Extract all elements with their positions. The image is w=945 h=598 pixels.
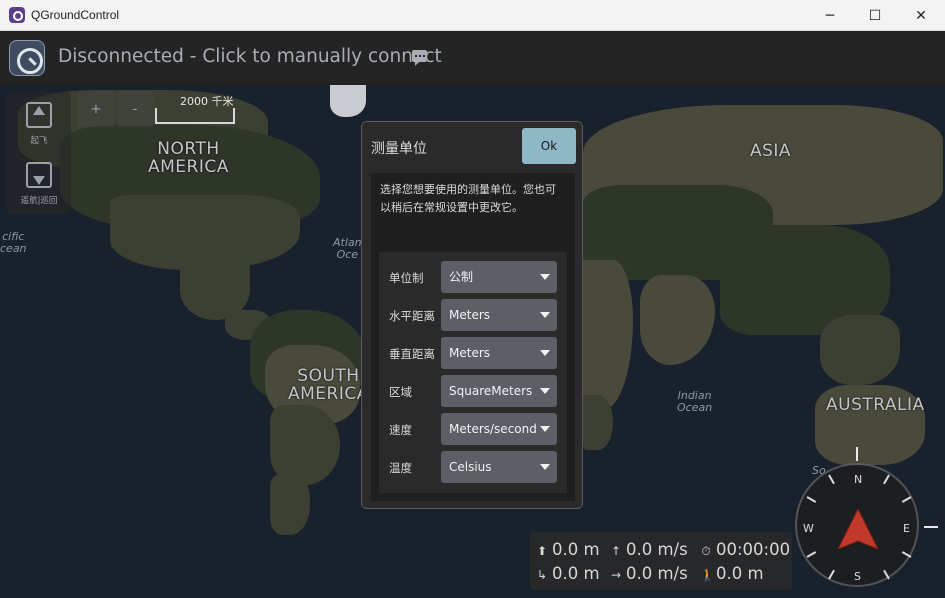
units-dialog: 测量单位 Ok 选择您想要使用的测量单位。您也可以稍后在常规设置中更改它。 单位… [361,121,583,509]
ground-speed-readout: → 0.0 m/s [610,564,688,583]
window-title: QGroundControl [31,8,120,22]
minimize-button[interactable]: ─ [807,0,853,31]
zoom-in-button[interactable]: + [78,91,114,127]
plan-icon [26,162,52,188]
altitude-arrow-icon: ⬆ [536,544,548,558]
timer-icon: ⏱ [701,544,711,558]
chevron-down-icon [540,350,550,356]
label-atlantic-ocean: Atlan Oce [333,236,362,261]
vertical-distance-select[interactable]: Meters [441,337,557,369]
dialog-title: 测量单位 [371,141,427,157]
vertical-speed-readout: ↑ 0.0 m/s [610,540,688,559]
field-row-area: 区域 SquareMeters [379,375,567,407]
plan-label: 遥航|巡回 [20,196,58,206]
flight-time-readout: ⏱ 00:00:00 [701,540,791,559]
takeoff-tool[interactable]: 起飞 [7,92,71,150]
system-select[interactable]: 公制 [441,261,557,293]
connection-status[interactable]: Disconnected - Click to manually connect [58,46,442,67]
compass-widget: N E S W [795,463,919,587]
chevron-down-icon [540,464,550,470]
chevron-down-icon [540,274,550,280]
label-pacific-ocean: cific cean [0,230,27,255]
field-label: 速度 [389,423,412,437]
window-titlebar: QGroundControl ─ ☐ ✕ [0,0,945,31]
field-label: 区域 [389,385,412,399]
app-logo-icon [9,7,25,23]
field-label: 垂直距离 [389,347,435,361]
vehicle-heading-icon [838,509,878,549]
qgc-menu-icon[interactable] [9,40,45,76]
ground-speed-icon: → [610,568,622,582]
area-select[interactable]: SquareMeters [441,375,557,407]
heading-marker [856,447,858,461]
chevron-down-icon [540,388,550,394]
units-fields: 单位制 公制 水平距离 Meters 垂直距离 Meters 区域 Square… [379,252,567,493]
horizontal-distance-select[interactable]: Meters [441,299,557,331]
speed-select[interactable]: Meters/second [441,413,557,445]
label-asia: ASIA [750,141,792,161]
field-row-horizontal: 水平距离 Meters [379,299,567,331]
label-north-america: NORTH AMERICA [148,139,229,177]
map-scale-bar [155,108,235,124]
field-row-system: 单位制 公制 [379,261,567,293]
telemetry-panel: ⬆ 0.0 m ↑ 0.0 m/s ⏱ 00:00:00 ↳ 0.0 m → 0.0 m/… [530,532,792,590]
compass-west: W [803,522,814,535]
field-row-temperature: 温度 Celsius [379,451,567,483]
main-toolbar: Disconnected - Click to manually connect [0,31,945,85]
compass-east: E [903,522,910,535]
heading-marker-east [924,526,938,528]
altitude-readout: ⬆ 0.0 m [536,540,600,559]
compass-south: S [854,570,861,583]
zoom-out-button[interactable]: - [117,91,153,127]
chevron-down-icon [540,426,550,432]
home-distance-readout: ↳ 0.0 m [536,564,600,583]
field-label: 温度 [389,461,412,475]
walker-icon: 🚶 [700,568,715,582]
maximize-button[interactable]: ☐ [852,0,898,31]
takeoff-icon [26,102,52,128]
chevron-down-icon [540,312,550,318]
field-label: 单位制 [389,271,424,285]
messages-icon[interactable] [412,50,427,66]
field-row-vertical: 垂直距离 Meters [379,337,567,369]
plan-toolstrip: 起飞 遥航|巡回 [7,92,71,214]
vertical-speed-icon: ↑ [610,544,622,558]
field-label: 水平距离 [389,309,435,323]
takeoff-label: 起飞 [30,136,48,146]
map-scale-label: 2000 千米 [180,95,234,108]
home-return-icon: ↳ [536,568,548,582]
label-australia: AUSTRALIA [826,395,925,415]
distance-readout: 🚶0.0 m [700,564,764,583]
dialog-body: 选择您想要使用的测量单位。您也可以稍后在常规设置中更改它。 单位制 公制 水平距… [371,173,575,501]
label-indian-ocean: Indian Ocean [677,389,713,414]
temperature-select[interactable]: Celsius [441,451,557,483]
close-button[interactable]: ✕ [898,0,944,31]
plan-tool[interactable]: 遥航|巡回 [7,152,71,210]
field-row-speed: 速度 Meters/second [379,413,567,445]
compass-north: N [854,473,863,486]
dialog-description: 选择您想要使用的测量单位。您也可以稍后在常规设置中更改它。 [380,183,556,214]
ok-button[interactable]: Ok [522,128,576,164]
label-south-america: SOUTH AMERICA [288,366,369,404]
